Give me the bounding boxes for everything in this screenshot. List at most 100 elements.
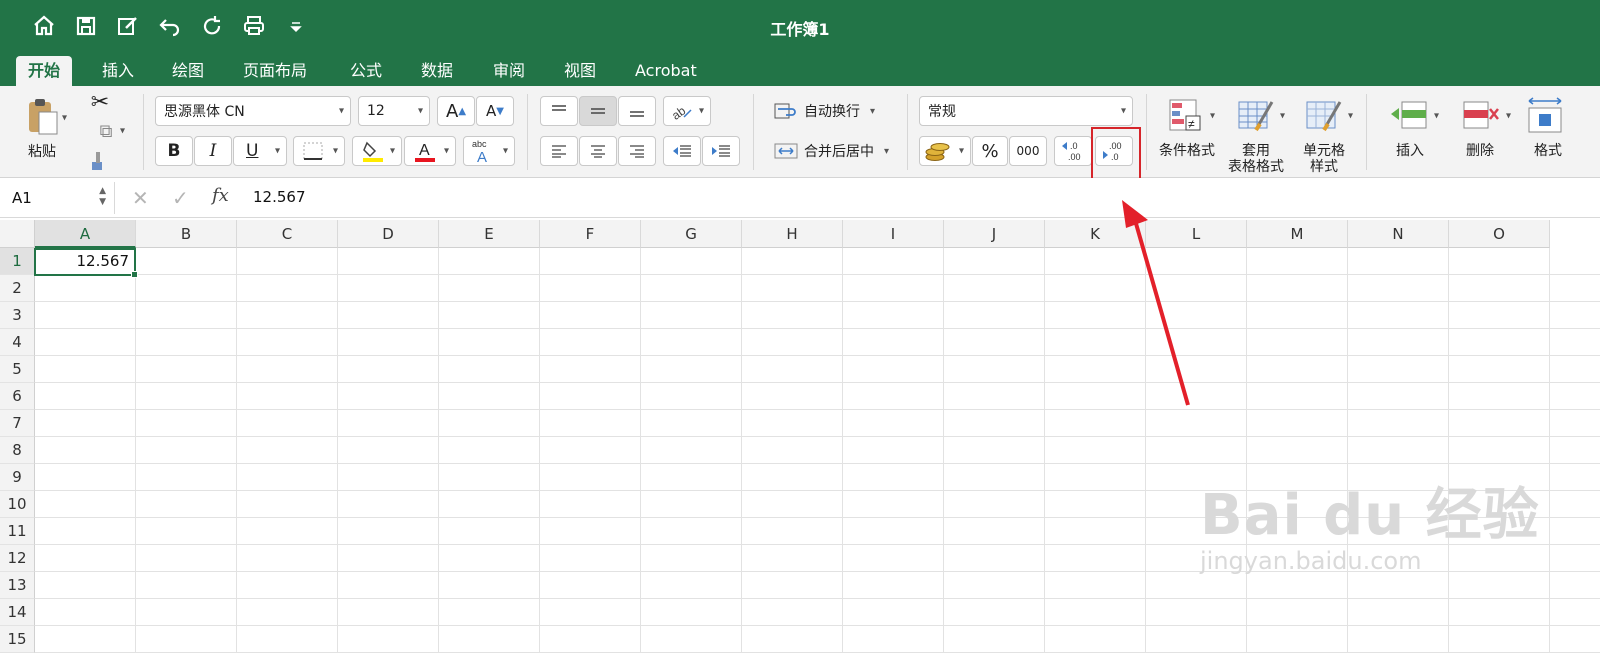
chevron-down-icon: ▾ xyxy=(698,105,704,117)
font-color-button[interactable]: A ▾ xyxy=(404,136,456,166)
decrease-font-size-button[interactable]: A ▼ xyxy=(476,96,514,126)
tab-formulas[interactable]: 公式 xyxy=(338,56,394,86)
borders-button[interactable]: ▾ xyxy=(293,136,345,166)
row-header-1[interactable]: 1 xyxy=(0,248,35,275)
tab-data[interactable]: 数据 xyxy=(409,56,465,86)
underline-button[interactable]: U ▾ xyxy=(233,136,287,166)
divider xyxy=(143,94,144,170)
enter-icon[interactable]: ✓ xyxy=(172,186,189,210)
format-painter-icon[interactable] xyxy=(86,148,114,174)
tab-view[interactable]: 视图 xyxy=(552,56,608,86)
svg-text:ab: ab xyxy=(670,103,688,121)
align-center-button[interactable] xyxy=(579,136,617,166)
accounting-format-button[interactable]: ▾ xyxy=(919,136,971,166)
row-header-4[interactable]: 4 xyxy=(0,329,35,356)
row-header-13[interactable]: 13 xyxy=(0,572,35,599)
column-header-h[interactable]: H xyxy=(742,220,843,248)
row-gridline xyxy=(35,382,1600,383)
coins-icon xyxy=(925,143,950,161)
cancel-icon[interactable]: ✕ xyxy=(132,186,149,210)
increase-font-size-button[interactable]: A ▲ xyxy=(437,96,475,126)
column-header-f[interactable]: F xyxy=(540,220,641,248)
chevron-down-icon: ▾ xyxy=(443,145,449,157)
column-gridline xyxy=(337,248,338,652)
name-box-spinner-icon[interactable]: ▲ ▼ xyxy=(99,186,106,208)
column-gridline xyxy=(1246,248,1247,652)
column-header-e[interactable]: E xyxy=(439,220,540,248)
row-header-3[interactable]: 3 xyxy=(0,302,35,329)
merge-center-button[interactable]: 合并后居中 ▾ xyxy=(767,136,897,166)
chevron-down-icon: ▾ xyxy=(1347,110,1353,122)
column-header-i[interactable]: I xyxy=(843,220,944,248)
align-top-button[interactable] xyxy=(540,96,578,126)
increase-indent-icon xyxy=(712,145,730,157)
font-color-icon: A xyxy=(415,142,435,162)
cell-styles-button[interactable]: ▾ xyxy=(1294,92,1354,140)
row-header-7[interactable]: 7 xyxy=(0,410,35,437)
chevron-down-icon: ▾ xyxy=(389,145,395,157)
name-box[interactable]: A1 ▲ ▼ xyxy=(0,182,115,214)
font-size-select[interactable]: 12 ▾ xyxy=(358,96,430,126)
divider xyxy=(527,94,528,170)
conditional-format-button[interactable]: ≠ ▾ xyxy=(1156,92,1216,140)
insert-cells-button[interactable]: ▾ xyxy=(1378,92,1440,140)
tab-home[interactable]: 开始 xyxy=(16,56,73,86)
select-all-corner[interactable] xyxy=(0,220,35,248)
delete-cells-button[interactable]: ▾ xyxy=(1450,92,1512,140)
format-as-table-button[interactable]: ▾ xyxy=(1226,92,1286,140)
worksheet-grid[interactable]: ABCDEFGHIJKLMNO 1 2 3 4 5 6 7 8 9 10 11 12 13 14 15 xyxy=(0,220,1600,653)
column-header-a[interactable]: A xyxy=(35,220,136,248)
column-header-o[interactable]: O xyxy=(1449,220,1550,248)
tab-acrobat[interactable]: Acrobat xyxy=(623,56,709,86)
bold-button[interactable]: B xyxy=(155,136,193,166)
percent-button[interactable]: % xyxy=(972,136,1008,166)
cell-styles-icon xyxy=(1306,101,1342,132)
fill-handle[interactable] xyxy=(131,271,138,278)
copy-icon[interactable]: ⧉ ▾ xyxy=(86,118,126,144)
align-left-button[interactable] xyxy=(540,136,578,166)
increase-decimal-button[interactable]: .0.00 xyxy=(1054,136,1092,166)
italic-button[interactable]: I xyxy=(194,136,232,166)
align-middle-button[interactable] xyxy=(579,96,617,126)
row-header-12[interactable]: 12 xyxy=(0,545,35,572)
column-header-n[interactable]: N xyxy=(1348,220,1449,248)
chevron-down-icon: ▾ xyxy=(884,145,890,157)
row-header-6[interactable]: 6 xyxy=(0,383,35,410)
row-header-14[interactable]: 14 xyxy=(0,599,35,626)
row-header-8[interactable]: 8 xyxy=(0,437,35,464)
row-header-10[interactable]: 10 xyxy=(0,491,35,518)
formula-input[interactable]: 12.567 xyxy=(253,188,306,206)
cut-icon[interactable]: ✂ xyxy=(86,88,114,116)
column-header-b[interactable]: B xyxy=(136,220,237,248)
align-right-button[interactable] xyxy=(618,136,656,166)
tab-insert[interactable]: 插入 xyxy=(90,56,146,86)
row-header-9[interactable]: 9 xyxy=(0,464,35,491)
phonetic-button[interactable]: abc A ▾ xyxy=(463,136,515,166)
font-name-select[interactable]: 思源黑体 CN ▾ xyxy=(155,96,351,126)
row-header-11[interactable]: 11 xyxy=(0,518,35,545)
ribbon-tabs: 开始 插入 绘图 页面布局 公式 数据 审阅 视图 Acrobat xyxy=(0,52,1600,86)
column-header-g[interactable]: G xyxy=(641,220,742,248)
row-header-2[interactable]: 2 xyxy=(0,275,35,302)
comma-style-button[interactable]: 000 xyxy=(1009,136,1047,166)
column-header-j[interactable]: J xyxy=(944,220,1045,248)
increase-indent-button[interactable] xyxy=(702,136,740,166)
fill-color-button[interactable]: ▾ xyxy=(352,136,402,166)
format-cells-button[interactable] xyxy=(1520,92,1570,140)
svg-text:≠: ≠ xyxy=(1188,117,1195,131)
column-header-d[interactable]: D xyxy=(338,220,439,248)
row-header-5[interactable]: 5 xyxy=(0,356,35,383)
align-bottom-button[interactable] xyxy=(618,96,656,126)
insert-function-icon[interactable]: fx xyxy=(212,185,229,206)
column-header-m[interactable]: M xyxy=(1247,220,1348,248)
tab-draw[interactable]: 绘图 xyxy=(160,56,216,86)
paste-button[interactable]: ▾ xyxy=(12,92,74,144)
number-format-select[interactable]: 常规 ▾ xyxy=(919,96,1133,126)
row-header-15[interactable]: 15 xyxy=(0,626,35,653)
column-header-c[interactable]: C xyxy=(237,220,338,248)
orientation-button[interactable]: ab ▾ xyxy=(663,96,711,126)
wrap-text-button[interactable]: 自动换行 ▾ xyxy=(767,96,887,126)
decrease-indent-button[interactable] xyxy=(663,136,701,166)
tab-page-layout[interactable]: 页面布局 xyxy=(231,56,319,86)
tab-review[interactable]: 审阅 xyxy=(481,56,537,86)
